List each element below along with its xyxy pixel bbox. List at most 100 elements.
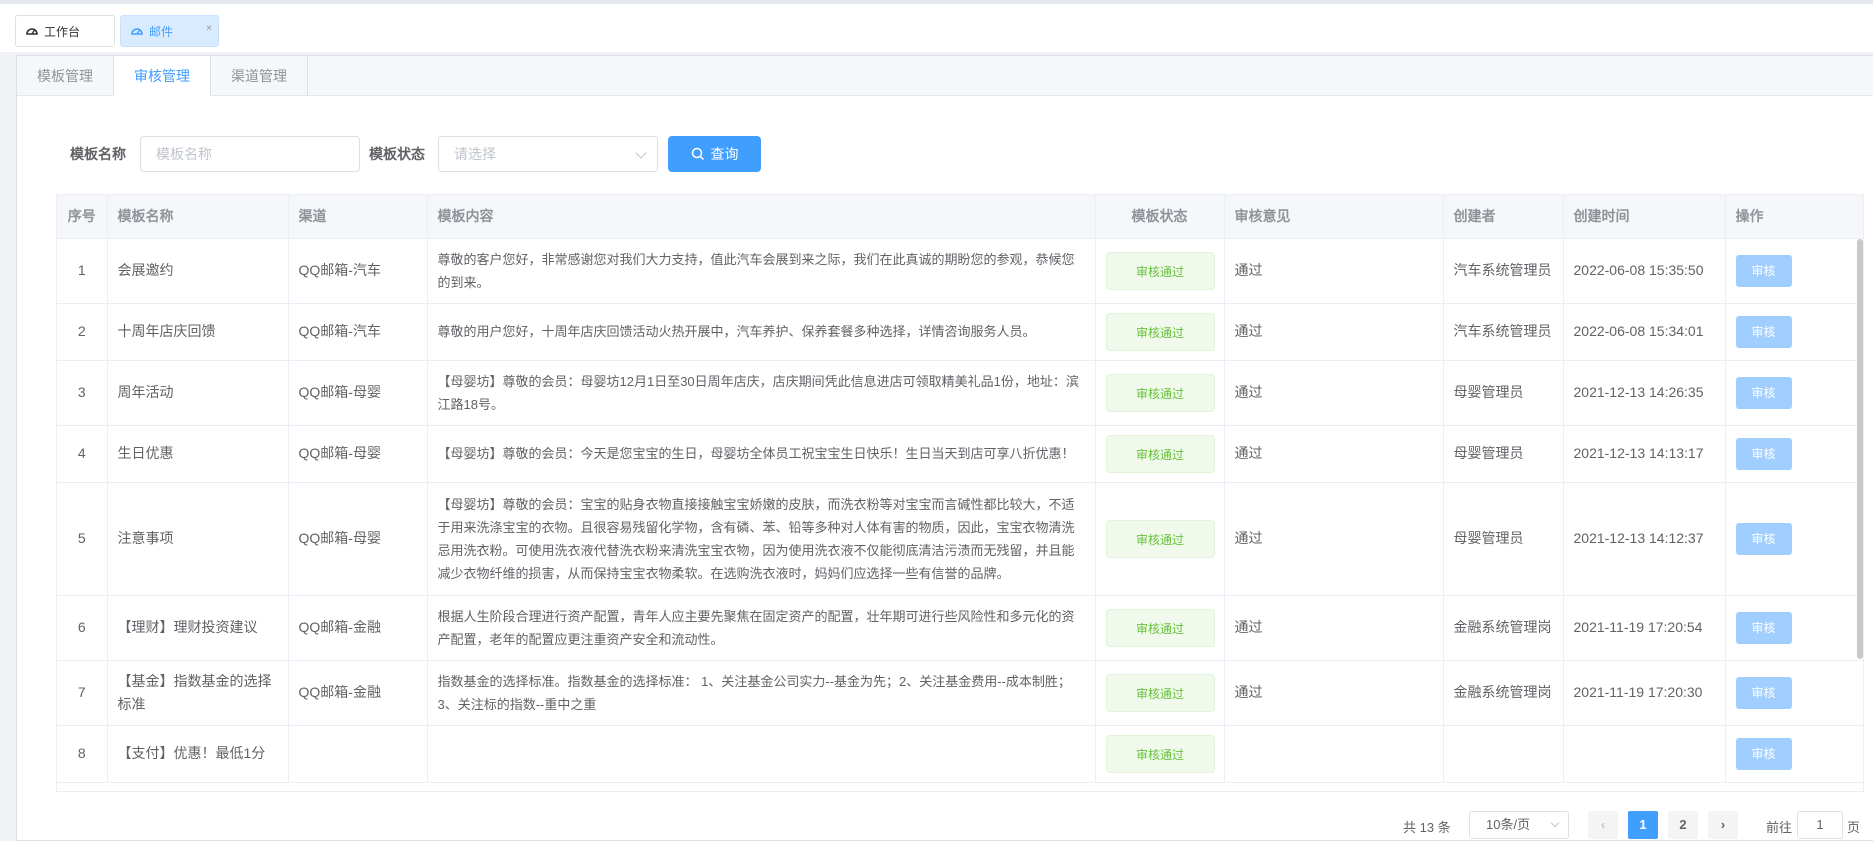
- column-header-action: 操作: [1725, 195, 1863, 239]
- cell-channel: QQ邮箱-金融: [288, 595, 428, 661]
- search-icon: [691, 147, 704, 161]
- tab-template-management[interactable]: 模板管理: [17, 56, 114, 96]
- table-header-row: 序号 模板名称 渠道 模板内容 模板状态 审核意见 创建者 创建时间 操作: [57, 195, 1863, 239]
- cell-action: 审核: [1725, 238, 1863, 304]
- vertical-scrollbar[interactable]: [1857, 239, 1863, 659]
- cell-action: 审核: [1725, 425, 1863, 483]
- cell-name: 【基金】指数基金的选择标准: [107, 660, 289, 726]
- table-row: 2 十周年店庆回馈 QQ邮箱-汽车 尊敬的用户您好，十周年店庆回馈活动火热开展中，汽车…: [57, 303, 1863, 361]
- cell-time: 2021-11-19 17:20:54: [1563, 595, 1726, 661]
- cell-action: 审核: [1725, 725, 1863, 783]
- dashboard-icon: [26, 25, 38, 37]
- table-row: 3 周年活动 QQ邮箱-母婴 【母婴坊】尊敬的会员：母婴坊12月1日至30日周年店庆，…: [57, 360, 1863, 426]
- cell-time: 2022-06-08 15:34:01: [1563, 303, 1726, 361]
- cell-no: 3: [57, 360, 108, 426]
- audit-button[interactable]: 审核: [1735, 315, 1792, 348]
- cell-opinion: 通过: [1224, 595, 1444, 661]
- status-badge: 审核通过: [1105, 608, 1215, 647]
- page-tab-label: 邮件: [149, 24, 174, 39]
- audit-button[interactable]: 审核: [1735, 437, 1792, 470]
- cell-no: 5: [57, 482, 108, 596]
- audit-button[interactable]: 审核: [1735, 376, 1792, 409]
- audit-button[interactable]: 审核: [1735, 737, 1792, 770]
- cell-channel: QQ邮箱-母婴: [288, 482, 428, 596]
- query-button-label: 查询: [710, 146, 739, 162]
- cell-no: 6: [57, 595, 108, 661]
- cell-name: 【支付】优惠！最低1分: [107, 725, 289, 783]
- select-placeholder: 请选择: [454, 146, 496, 162]
- cell-status: 审核通过: [1095, 725, 1225, 783]
- section-tabs: 模板管理 审核管理 渠道管理: [17, 56, 1873, 97]
- template-name-input[interactable]: 模板名称: [140, 136, 360, 172]
- close-icon[interactable]: ×: [206, 23, 212, 34]
- cell-name: 周年活动: [107, 360, 289, 426]
- template-status-label: 模板状态: [369, 146, 425, 162]
- cell-channel: QQ邮箱-汽车: [288, 303, 428, 361]
- cell-channel: [288, 725, 428, 783]
- status-badge: 审核通过: [1105, 312, 1215, 351]
- cell-action: 审核: [1725, 660, 1863, 726]
- status-badge: 审核通过: [1105, 251, 1215, 290]
- page-button-2[interactable]: 2: [1668, 811, 1698, 839]
- cell-status: 审核通过: [1095, 595, 1225, 661]
- cell-opinion: 通过: [1224, 238, 1444, 304]
- page-button-1[interactable]: 1: [1628, 811, 1658, 839]
- template-name-label: 模板名称: [70, 146, 126, 162]
- page-size-select[interactable]: 10条/页: [1469, 811, 1569, 839]
- cell-opinion: 通过: [1224, 360, 1444, 426]
- cell-content: 尊敬的用户您好，十周年店庆回馈活动火热开展中，汽车养护、保养套餐多种选择，详情咨…: [427, 303, 1096, 361]
- cell-channel: QQ邮箱-母婴: [288, 360, 428, 426]
- cell-no: 8: [57, 725, 108, 783]
- cell-name: 会展邀约: [107, 238, 289, 304]
- cell-opinion: 通过: [1224, 660, 1444, 726]
- cell-time: 2021-12-13 14:13:17: [1563, 425, 1726, 483]
- status-badge: 审核通过: [1105, 519, 1215, 558]
- status-badge: 审核通过: [1105, 734, 1215, 773]
- dashboard-icon: [131, 25, 143, 37]
- cell-content: [427, 725, 1096, 783]
- cell-content: 指数基金的选择标准。指数基金的选择标准： 1、关注基金公司实力--基金为先；2、…: [427, 660, 1096, 726]
- column-header-status: 模板状态: [1095, 195, 1225, 239]
- column-header-creator: 创建者: [1443, 195, 1564, 239]
- audit-table: 序号 模板名称 渠道 模板内容 模板状态 审核意见 创建者 创建时间 操作 1会…: [56, 194, 1864, 792]
- table-row: 5 注意事项 QQ邮箱-母婴 【母婴坊】尊敬的会员：宝宝的贴身衣物直接接触宝宝娇嫩的皮…: [57, 482, 1863, 596]
- column-header-channel: 渠道: [288, 195, 428, 239]
- cell-name: 十周年店庆回馈: [107, 303, 289, 361]
- cell-content: 根据人生阶段合理进行资产配置，青年人应主要先聚焦在固定资产的配置，壮年期可进行些…: [427, 595, 1096, 661]
- prev-page-button[interactable]: ‹: [1588, 811, 1618, 839]
- tab-audit-management[interactable]: 审核管理: [114, 56, 211, 97]
- cell-status: 审核通过: [1095, 303, 1225, 361]
- next-page-button[interactable]: ›: [1708, 811, 1738, 839]
- cell-content: 【母婴坊】尊敬的会员：宝宝的贴身衣物直接接触宝宝娇嫩的皮肤，而洗衣粉等对宝宝而言…: [427, 482, 1096, 596]
- cell-opinion: 通过: [1224, 303, 1444, 361]
- tab-channel-management[interactable]: 渠道管理: [211, 56, 308, 96]
- cell-creator: 金融系统管理岗: [1443, 660, 1564, 726]
- main-panel: 模板管理 审核管理 渠道管理 模板名称 模板名称 模板状态 请选择 查询 序号 …: [16, 55, 1873, 841]
- cell-status: 审核通过: [1095, 238, 1225, 304]
- audit-button[interactable]: 审核: [1735, 676, 1792, 709]
- audit-button[interactable]: 审核: [1735, 254, 1792, 287]
- audit-button[interactable]: 审核: [1735, 522, 1792, 555]
- template-status-select[interactable]: 请选择: [438, 136, 658, 172]
- cell-no: 1: [57, 238, 108, 304]
- cell-creator: [1443, 725, 1564, 783]
- page-tab-workbench[interactable]: 工作台: [15, 15, 115, 47]
- audit-button[interactable]: 审核: [1735, 611, 1792, 644]
- status-badge: 审核通过: [1105, 673, 1215, 712]
- cell-content: 尊敬的客户您好，非常感谢您对我们大力支持，值此汽车会展到来之际，我们在此真诚的期…: [427, 238, 1096, 304]
- cell-action: 审核: [1725, 595, 1863, 661]
- goto-page-input[interactable]: 1: [1797, 811, 1843, 839]
- query-button[interactable]: 查询: [668, 136, 761, 172]
- cell-action: 审核: [1725, 303, 1863, 361]
- cell-no: 7: [57, 660, 108, 726]
- cell-time: [1563, 725, 1726, 783]
- cell-status: 审核通过: [1095, 482, 1225, 596]
- cell-status: 审核通过: [1095, 425, 1225, 483]
- table-row: 1 会展邀约 QQ邮箱-汽车 尊敬的客户您好，非常感谢您对我们大力支持，值此汽车会展到…: [57, 238, 1863, 304]
- page-tab-mail[interactable]: 邮件 ×: [120, 15, 219, 47]
- table-row: 8 【支付】优惠！最低1分 审核通过 审核: [57, 725, 1863, 783]
- table-body: 1 会展邀约 QQ邮箱-汽车 尊敬的客户您好，非常感谢您对我们大力支持，值此汽车会展到…: [57, 238, 1863, 783]
- cell-creator: 母婴管理员: [1443, 360, 1564, 426]
- cell-content: 【母婴坊】尊敬的会员：母婴坊12月1日至30日周年店庆，店庆期间凭此信息进店可领…: [427, 360, 1096, 426]
- cell-status: 审核通过: [1095, 360, 1225, 426]
